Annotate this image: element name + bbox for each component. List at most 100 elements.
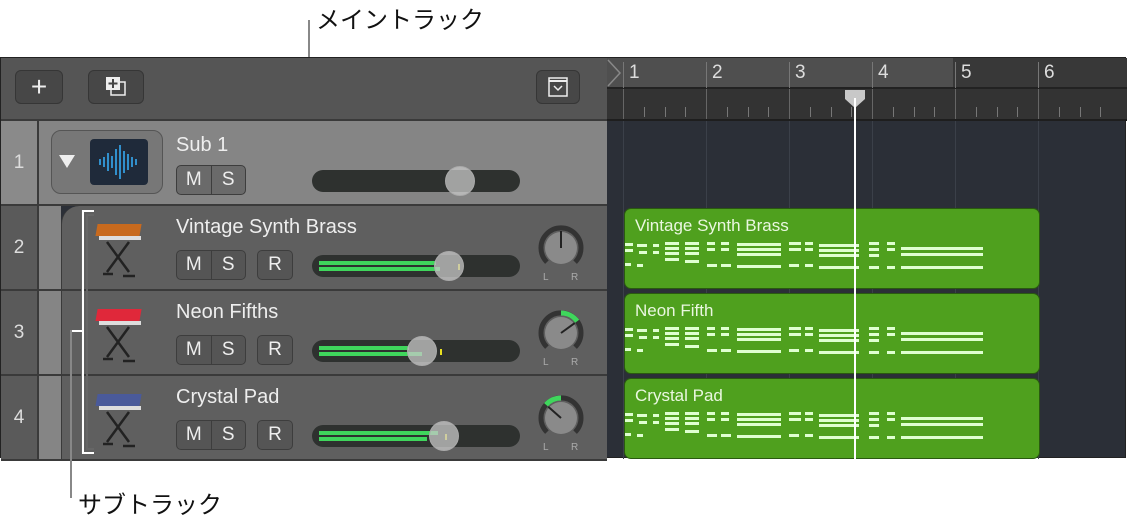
midi-note (637, 349, 643, 352)
region-name: Crystal Pad (635, 386, 723, 405)
midi-note (887, 412, 895, 415)
duplicate-track-button[interactable] (88, 70, 144, 104)
pan-knob[interactable] (537, 224, 585, 272)
ruler-bar-number: 4 (872, 62, 889, 88)
ruler-beat-tick (1100, 107, 1102, 117)
midi-note (721, 242, 729, 245)
midi-note (901, 253, 983, 256)
track-row-main[interactable]: 1 Sub 1 M S (1, 121, 607, 206)
tracks-area: + 123456 1 Sub 1 M S 2 Vintage Synth Bra… (0, 57, 1127, 461)
ruler-bar-line (789, 89, 790, 119)
mute-button[interactable]: M (177, 251, 212, 279)
mute-button[interactable]: M (177, 336, 212, 364)
volume-slider[interactable] (312, 251, 520, 281)
sub-tracks-callout: サブトラック (78, 491, 222, 519)
solo-button[interactable]: S (212, 166, 246, 194)
solo-button[interactable]: S (212, 336, 246, 364)
record-enable-button[interactable]: R (257, 335, 293, 365)
midi-note (819, 419, 859, 422)
record-enable-button[interactable]: R (257, 420, 293, 450)
ruler[interactable]: 1 2 3 4 5 6 (607, 58, 1127, 121)
midi-note (721, 434, 731, 437)
solo-button[interactable]: S (212, 251, 246, 279)
sub-tracks-connector (70, 330, 84, 332)
sub-tracks-callout-line (70, 330, 72, 498)
ruler-bar-number: 3 (789, 62, 806, 88)
plus-icon: + (30, 71, 48, 102)
mute-button[interactable]: M (177, 421, 212, 449)
track-name[interactable]: Vintage Synth Brass (176, 216, 357, 239)
midi-note (789, 327, 801, 330)
pan-right-label: R (571, 272, 579, 283)
midi-note (685, 260, 699, 263)
global-tracks-button[interactable] (536, 70, 580, 104)
volume-slider[interactable] (312, 336, 520, 366)
ruler-beat-tick (934, 107, 936, 117)
track-name[interactable]: Crystal Pad (176, 386, 279, 409)
midi-note (707, 248, 715, 251)
ruler-bar-line (955, 89, 956, 119)
midi-note (737, 243, 781, 246)
midi-note (685, 337, 699, 340)
pan-knob[interactable] (537, 394, 585, 442)
track-number: 1 (1, 121, 39, 204)
main-track-callout: メイントラック (316, 6, 484, 34)
midi-note (805, 349, 813, 352)
midi-note (805, 248, 813, 251)
volume-slider-thumb[interactable] (434, 251, 465, 281)
midi-note (805, 412, 813, 415)
midi-note (653, 329, 659, 332)
ruler-bar-line (623, 89, 624, 119)
volume-slider[interactable] (312, 421, 520, 451)
midi-note (819, 254, 859, 257)
midi-note (869, 242, 879, 245)
midi-note (721, 412, 729, 415)
region-name: Neon Fifth (635, 301, 714, 320)
midi-note (665, 258, 679, 261)
ruler-bar-line (872, 89, 873, 119)
ruler-beat-tick (664, 107, 666, 117)
ruler-beat-tick (768, 107, 770, 117)
disclosure-triangle-icon[interactable] (58, 153, 76, 169)
pan-knob[interactable] (537, 309, 585, 357)
midi-note (685, 412, 699, 415)
midi-note (869, 333, 879, 336)
volume-slider-thumb[interactable] (407, 336, 438, 366)
volume-slider-thumb[interactable] (445, 166, 475, 196)
mute-button[interactable]: M (177, 166, 212, 194)
midi-note (819, 339, 859, 342)
midi-region[interactable]: Crystal Pad (624, 378, 1040, 459)
ruler-bar-number: 1 (623, 62, 640, 88)
chevron-down-box-icon (548, 77, 568, 97)
volume-slider[interactable] (312, 166, 520, 196)
midi-note (685, 327, 699, 330)
keyboard-instrument-icon (95, 309, 142, 363)
midi-note (653, 414, 659, 417)
midi-region[interactable]: Neon Fifth (624, 293, 1040, 374)
midi-note (685, 430, 699, 433)
sub-tracks-bracket-inner (86, 214, 94, 450)
solo-button[interactable]: S (212, 421, 246, 449)
midi-note (685, 242, 699, 245)
ruler-bar-number: 2 (706, 62, 723, 88)
record-enable-button[interactable]: R (257, 250, 293, 280)
midi-note (653, 336, 659, 339)
ruler-beat-tick (1079, 107, 1081, 117)
midi-note (901, 423, 983, 426)
midi-note (805, 264, 813, 267)
cycle-region[interactable] (607, 58, 953, 89)
midi-note (685, 332, 699, 335)
track-name[interactable]: Neon Fifths (176, 301, 278, 324)
midi-note (869, 254, 879, 257)
add-track-button[interactable]: + (15, 70, 63, 104)
midi-region[interactable]: Vintage Synth Brass (624, 208, 1040, 289)
midi-note (819, 424, 859, 427)
midi-note (737, 435, 781, 438)
midi-note (665, 247, 679, 250)
mute-solo-group: M S (176, 335, 246, 365)
midi-note (901, 417, 983, 420)
volume-slider-thumb[interactable] (428, 421, 459, 451)
ruler-beat-tick (892, 107, 894, 117)
midi-note (887, 248, 895, 251)
track-name[interactable]: Sub 1 (176, 134, 228, 157)
